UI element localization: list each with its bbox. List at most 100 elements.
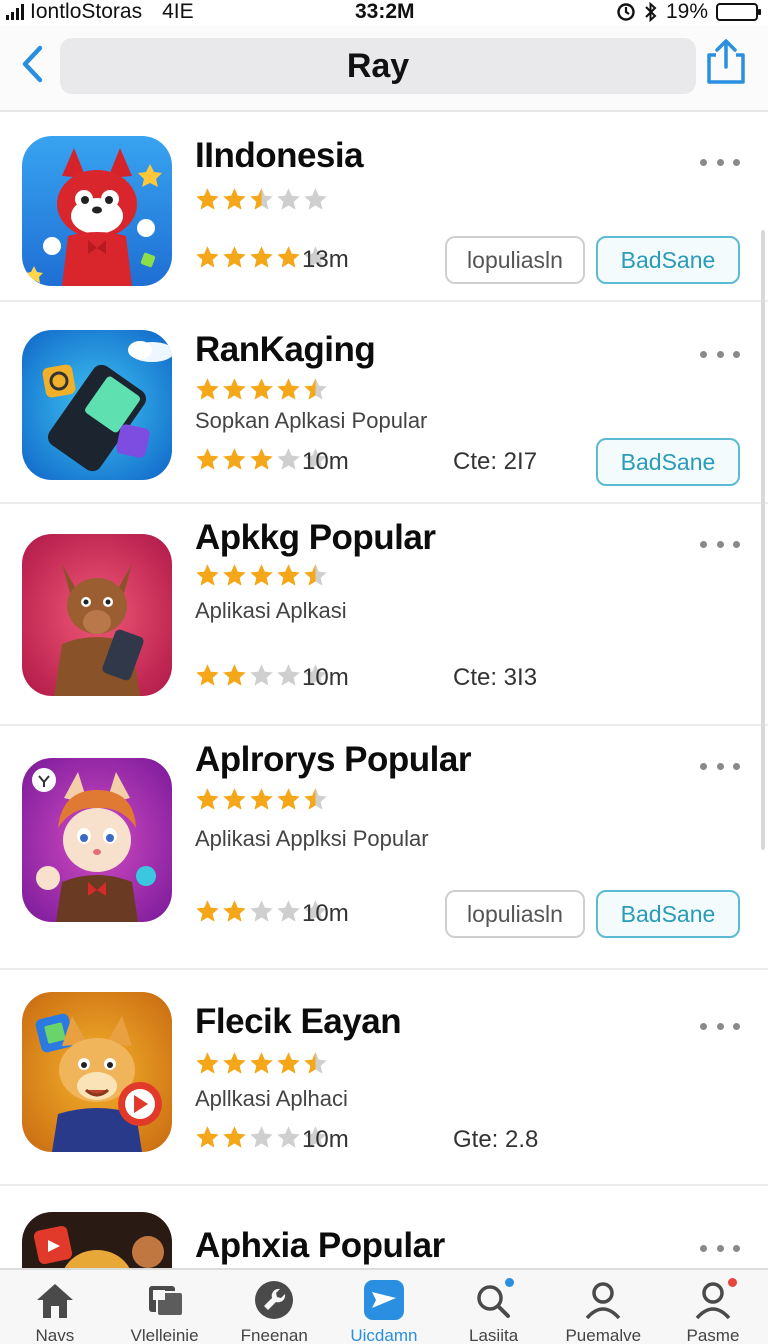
app-subtitle: Aplikasi Aplkasi xyxy=(195,598,347,623)
app-title[interactable]: RanKaging xyxy=(195,330,376,370)
app-icon-kangaroo[interactable] xyxy=(22,534,172,696)
tab-puemalve[interactable]: Puemalve xyxy=(548,1270,658,1344)
star-icon xyxy=(196,788,219,810)
alarm-icon xyxy=(617,3,635,21)
star-icon xyxy=(277,1052,300,1074)
star-icon xyxy=(277,788,300,810)
star-icon xyxy=(196,900,219,922)
tab-lasiita[interactable]: Lasiita xyxy=(439,1270,549,1344)
star-icon xyxy=(250,188,273,210)
star-icon xyxy=(277,378,300,400)
more-options-button[interactable] xyxy=(700,152,740,172)
navigation-bar: Ray xyxy=(0,26,768,112)
notification-dot xyxy=(728,1278,738,1287)
star-icon xyxy=(277,664,300,686)
wrench-icon xyxy=(255,1281,294,1319)
star-icon xyxy=(196,664,219,686)
app-count: Cte: 3I3 xyxy=(453,664,538,691)
back-button[interactable] xyxy=(14,42,50,86)
tab-navs[interactable]: Navs xyxy=(0,1270,110,1344)
rating-stars xyxy=(194,186,329,213)
star-icon xyxy=(223,788,246,810)
app-title[interactable]: Aphxia Popular xyxy=(195,1226,445,1266)
rating-stars xyxy=(194,1050,329,1077)
share-button[interactable] xyxy=(704,38,748,86)
tab-vlelleinie[interactable]: Vlelleinie xyxy=(110,1270,220,1344)
status-right: 19% xyxy=(616,0,761,24)
scrollbar[interactable] xyxy=(761,230,765,850)
app-subtitle: Apllkasi Aplhaci xyxy=(195,1086,348,1111)
home-icon xyxy=(36,1284,73,1318)
primary-button[interactable]: BadSane xyxy=(596,438,740,486)
star-icon xyxy=(277,1126,300,1148)
app-icon-dog[interactable] xyxy=(22,992,172,1152)
battery-percent: 19% xyxy=(665,0,708,23)
app-title[interactable]: Flecik Eayan xyxy=(195,1002,402,1042)
app-icon-cat[interactable] xyxy=(22,758,172,922)
tab-fneenan[interactable]: Fneenan xyxy=(219,1270,329,1344)
star-icon xyxy=(250,664,273,686)
star-icon xyxy=(223,188,246,210)
star-icon xyxy=(250,378,273,400)
app-icon-partial[interactable] xyxy=(22,1212,172,1268)
star-icon xyxy=(250,788,273,810)
star-icon xyxy=(223,1052,246,1074)
star-icon xyxy=(223,448,246,470)
star-icon xyxy=(250,1126,273,1148)
app-subtitle: Sopkan Aplkasi Popular xyxy=(195,408,428,433)
app-count: Cte: 2I7 xyxy=(453,448,538,475)
more-options-button[interactable] xyxy=(700,1238,740,1258)
list-item[interactable]: IIndonesia 13m lopuliasln BadSane xyxy=(0,114,768,302)
star-icon xyxy=(223,246,246,268)
app-title[interactable]: Aplrorys Popular xyxy=(195,740,471,780)
app-title[interactable]: Apkkg Popular xyxy=(195,518,436,558)
list-item[interactable]: Flecik Eayan Apllkasi Aplhaci 10m Gte: 2… xyxy=(0,970,768,1186)
secondary-button[interactable]: lopuliasln xyxy=(445,890,585,938)
rating-stars xyxy=(194,562,329,589)
carrier-name: IontloStoras xyxy=(30,0,143,23)
primary-button[interactable]: BadSane xyxy=(596,890,740,938)
more-options-button[interactable] xyxy=(700,756,740,776)
status-left: IontloStoras 4IE xyxy=(6,0,194,24)
tab-pasme[interactable]: Pasme xyxy=(658,1270,768,1344)
star-icon xyxy=(223,900,246,922)
signal-icon xyxy=(6,4,24,20)
star-icon xyxy=(223,664,246,686)
cards-icon xyxy=(148,1286,184,1317)
more-options-button[interactable] xyxy=(700,344,740,364)
star-icon xyxy=(304,564,327,586)
app-icon-phone[interactable] xyxy=(22,330,172,480)
star-icon xyxy=(250,448,273,470)
more-options-button[interactable] xyxy=(700,534,740,554)
bluetooth-icon xyxy=(645,2,657,22)
tab-label: Lasiita xyxy=(469,1326,519,1344)
tab-label: Vlelleinie xyxy=(130,1326,199,1344)
primary-button[interactable]: BadSane xyxy=(596,236,740,284)
secondary-button[interactable]: lopuliasln xyxy=(445,236,585,284)
app-title[interactable]: IIndonesia xyxy=(195,136,364,176)
star-icon xyxy=(277,564,300,586)
star-icon xyxy=(250,246,273,268)
app-list: IIndonesia 13m lopuliasln BadSane RanKag… xyxy=(0,114,768,1268)
star-icon xyxy=(277,448,300,470)
app-icon-fox[interactable] xyxy=(22,136,172,286)
share-icon xyxy=(707,39,745,84)
send-icon xyxy=(363,1280,404,1320)
more-options-button[interactable] xyxy=(700,1016,740,1036)
tab-label: Navs xyxy=(35,1326,75,1344)
list-item[interactable]: Aphxia Popular xyxy=(0,1186,768,1268)
chevron-left-icon xyxy=(22,45,43,83)
list-item[interactable]: Aplrorys Popular Aplikasi Applksi Popula… xyxy=(0,726,768,970)
battery-icon xyxy=(716,3,761,21)
tab-uicdamn[interactable]: Uicdamn xyxy=(329,1270,439,1344)
star-icon xyxy=(196,246,219,268)
star-icon xyxy=(223,378,246,400)
tab-label: Fneenan xyxy=(240,1326,308,1344)
list-item[interactable]: RanKaging Sopkan Aplkasi Popular 10m Cte… xyxy=(0,302,768,504)
star-icon xyxy=(250,900,273,922)
star-icon xyxy=(304,188,327,210)
star-icon xyxy=(277,246,300,268)
star-icon xyxy=(196,378,219,400)
list-item[interactable]: Apkkg Popular Aplikasi Aplkasi 10m Cte: … xyxy=(0,504,768,726)
app-size: 10m xyxy=(302,900,349,927)
